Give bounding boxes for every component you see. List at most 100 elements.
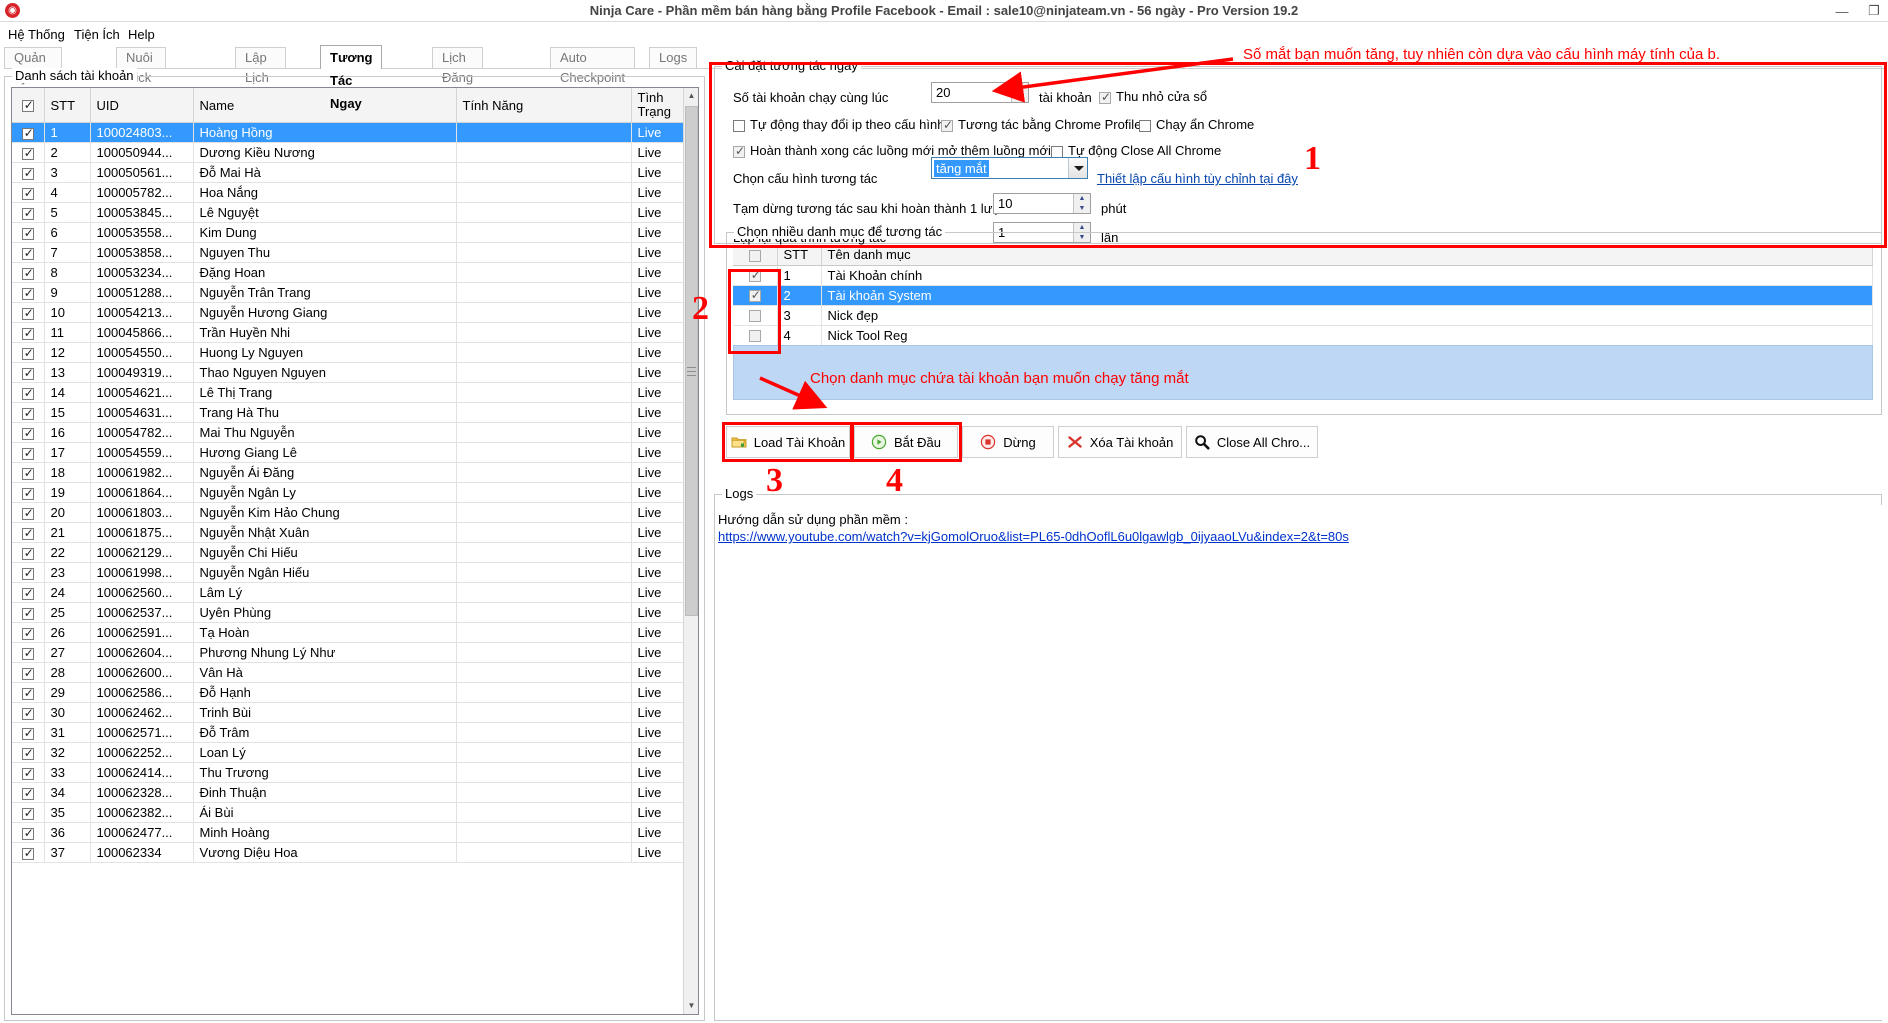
- maximize-button[interactable]: ❐: [1866, 3, 1882, 19]
- row-checkbox-cell[interactable]: [12, 382, 45, 403]
- row-checkbox[interactable]: [21, 406, 35, 420]
- row-checkbox-cell[interactable]: [12, 142, 45, 163]
- auto-change-ip-checkbox-row[interactable]: Tự động thay đổi ip theo cấu hình: [733, 117, 944, 132]
- table-row[interactable]: 13100049319...Thao Nguyen Nguyen Live: [12, 362, 686, 383]
- row-checkbox-cell[interactable]: [12, 442, 45, 463]
- row-checkbox-cell[interactable]: [12, 182, 45, 203]
- col-tinh-trang[interactable]: Tình Trạng: [631, 88, 686, 123]
- table-row[interactable]: 36100062477...Minh Hoàng Live: [12, 822, 686, 843]
- row-checkbox[interactable]: [21, 246, 35, 260]
- logs-content[interactable]: Hướng dẫn sử dụng phần mềm : https://www…: [716, 505, 1882, 1020]
- table-row[interactable]: 37100062334Vương Diệu Hoa Live: [12, 842, 686, 863]
- minimize-window-checkbox-row[interactable]: Thu nhỏ cửa sổ: [1099, 89, 1207, 104]
- accounts-scrollbar[interactable]: ▲ ▼: [683, 88, 698, 1014]
- table-row[interactable]: 29100062586...Đỗ Hạnh Live: [12, 682, 686, 703]
- row-checkbox-cell[interactable]: [12, 402, 45, 423]
- row-checkbox-cell[interactable]: [12, 782, 45, 803]
- row-checkbox-cell[interactable]: [12, 682, 45, 703]
- table-row[interactable]: 35100062382...Ái Bùi Live: [12, 802, 686, 823]
- row-checkbox[interactable]: [21, 646, 35, 660]
- table-row[interactable]: 21100061875...Nguyễn Nhật Xuân Live: [12, 522, 686, 543]
- table-row[interactable]: 14100054621...Lê Thị Trang Live: [12, 382, 686, 403]
- stop-button[interactable]: Dừng: [962, 426, 1054, 458]
- row-checkbox[interactable]: [21, 566, 35, 580]
- row-checkbox[interactable]: [21, 426, 35, 440]
- row-checkbox-cell[interactable]: [12, 582, 45, 603]
- col-uid[interactable]: UID: [90, 88, 194, 123]
- row-checkbox-cell[interactable]: [12, 622, 45, 643]
- pause-up-arrow[interactable]: ▲: [1074, 194, 1090, 203]
- row-checkbox-cell[interactable]: [12, 502, 45, 523]
- row-checkbox[interactable]: [21, 726, 35, 740]
- row-checkbox[interactable]: [21, 506, 35, 520]
- col-tinh-nang[interactable]: Tính Năng: [456, 88, 632, 123]
- cat-col-name[interactable]: Tên danh mục: [821, 245, 1873, 266]
- table-row[interactable]: 7100053858...Nguyen Thu Live: [12, 242, 686, 263]
- table-row[interactable]: 6100053558...Kim Dung Live: [12, 222, 686, 243]
- start-button[interactable]: Bắt Đầu: [854, 426, 958, 458]
- row-checkbox[interactable]: [21, 306, 35, 320]
- row-checkbox[interactable]: [21, 206, 35, 220]
- close-all-chrome-button[interactable]: Close All Chro...: [1186, 426, 1318, 458]
- categories-select-all-checkbox[interactable]: [748, 249, 761, 262]
- table-row[interactable]: 25100062537...Uyên Phùng Live: [12, 602, 686, 623]
- row-checkbox-cell[interactable]: [12, 362, 45, 383]
- hidden-chrome-checkbox[interactable]: [1139, 119, 1151, 132]
- row-checkbox-cell[interactable]: [12, 322, 45, 343]
- row-checkbox[interactable]: [21, 686, 35, 700]
- row-checkbox[interactable]: [21, 826, 35, 840]
- row-checkbox-cell[interactable]: [12, 702, 45, 723]
- accounts-select-all-checkbox[interactable]: [21, 98, 35, 113]
- row-checkbox[interactable]: [21, 806, 35, 820]
- scroll-down-arrow[interactable]: ▼: [684, 998, 698, 1014]
- config-setup-link[interactable]: Thiết lập cấu hình tùy chỉnh tại đây: [1097, 171, 1298, 186]
- list-item[interactable]: 4 Nick Tool Reg: [733, 325, 1873, 346]
- row-checkbox-cell[interactable]: [12, 662, 45, 683]
- row-checkbox[interactable]: [21, 846, 35, 860]
- row-checkbox-cell[interactable]: [12, 802, 45, 823]
- row-checkbox[interactable]: [21, 386, 35, 400]
- row-checkbox-cell[interactable]: [12, 302, 45, 323]
- row-checkbox-cell[interactable]: [12, 742, 45, 763]
- row-checkbox[interactable]: [21, 626, 35, 640]
- table-row[interactable]: 22100062129...Nguyễn Chi Hiếu Live: [12, 542, 686, 563]
- row-checkbox-cell[interactable]: [12, 162, 45, 183]
- row-checkbox-cell[interactable]: [12, 722, 45, 743]
- row-checkbox[interactable]: [21, 286, 35, 300]
- logs-tutorial-link[interactable]: https://www.youtube.com/watch?v=kjGomolO…: [718, 529, 1349, 544]
- table-row[interactable]: 26100062591...Tạ Hoàn Live: [12, 622, 686, 643]
- minimize-button[interactable]: —: [1834, 4, 1850, 19]
- finish-threads-checkbox[interactable]: [733, 144, 746, 158]
- delete-account-button[interactable]: Xóa Tài khoản: [1058, 426, 1182, 458]
- tab-logs[interactable]: Logs: [649, 47, 698, 68]
- tab-lich-dang-ban-hang[interactable]: Lịch Đăng Bán Hàng: [432, 47, 484, 125]
- table-row[interactable]: 23100061998...Nguyễn Ngân Hiếu Live: [12, 562, 686, 583]
- chevron-down-icon[interactable]: [1068, 158, 1087, 178]
- row-checkbox[interactable]: [21, 266, 35, 280]
- row-checkbox[interactable]: [21, 486, 35, 500]
- list-item[interactable]: 3 Nick đẹp: [733, 305, 1873, 326]
- table-row[interactable]: 24100062560...Lâm Lý Live: [12, 582, 686, 603]
- row-checkbox[interactable]: [21, 146, 35, 160]
- menu-he-thong[interactable]: Hệ Thống: [4, 26, 69, 44]
- category-checkbox-cell[interactable]: [733, 285, 778, 306]
- row-checkbox-cell[interactable]: [12, 562, 45, 583]
- concurrent-down-arrow[interactable]: ▼: [1012, 93, 1028, 102]
- category-checkbox[interactable]: [748, 330, 761, 343]
- list-item[interactable]: 1Tài Khoản chính: [733, 265, 1873, 286]
- hidden-chrome-checkbox-row[interactable]: Chạy ẩn Chrome: [1139, 117, 1254, 132]
- tab-tuong-tac-ngay[interactable]: Tương Tác Ngay: [320, 45, 383, 111]
- table-row[interactable]: 15100054631...Trang Hà Thu Live: [12, 402, 686, 423]
- row-checkbox-cell[interactable]: [12, 422, 45, 443]
- table-row[interactable]: 27100062604...Phương Nhung Lý Như Live: [12, 642, 686, 663]
- row-checkbox-cell[interactable]: [12, 642, 45, 663]
- auto-close-chrome-checkbox[interactable]: [1051, 145, 1063, 158]
- table-row[interactable]: 8100053234...Đặng Hoan Live: [12, 262, 686, 283]
- row-checkbox[interactable]: [21, 346, 35, 360]
- row-checkbox[interactable]: [21, 166, 35, 180]
- load-accounts-button[interactable]: Load Tài Khoản: [726, 426, 850, 458]
- row-checkbox-cell[interactable]: [12, 122, 45, 143]
- category-checkbox[interactable]: [748, 310, 761, 323]
- table-row[interactable]: 3100050561...Đỗ Mai Hà Live: [12, 162, 686, 183]
- table-row[interactable]: 20100061803...Nguyễn Kim Hảo Chung Live: [12, 502, 686, 523]
